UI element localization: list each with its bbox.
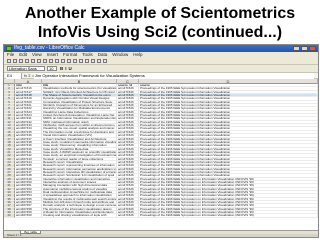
font-size-select[interactable]: 10: [47, 66, 57, 71]
chart-icon[interactable]: [103, 59, 107, 63]
underline-button[interactable]: U: [69, 66, 72, 71]
font-name-select[interactable]: Liberation Sans: [7, 66, 45, 71]
bold-button[interactable]: B: [60, 66, 63, 71]
format-buttons: BIU: [60, 66, 72, 71]
redo-icon[interactable]: [85, 59, 89, 63]
open-icon[interactable]: [13, 59, 17, 63]
cell-grid[interactable]: ABCD 1 isbn title source_id source 2 acm471516…: [4, 79, 318, 230]
undo-icon[interactable]: [79, 59, 83, 63]
window-titlebar[interactable]: Ifvg_table.csv - LibreOffice Calc: [4, 45, 318, 52]
edit-icon[interactable]: [31, 59, 35, 63]
window-controls: [293, 46, 316, 51]
table-cell[interactable]: Proceedings of the 1996 IEEE Symposium o…: [139, 214, 318, 218]
new-icon[interactable]: [7, 59, 11, 63]
slide-title: Another Example of Scientometrics InfoVi…: [0, 4, 320, 42]
table-cell[interactable]: acm471526: [117, 214, 139, 218]
formula-bar: E4 fx Σ = Jim Operator Interaction Frame…: [4, 72, 318, 79]
table-rows: 1 isbn title source_id source 2 acm471516 Visua…: [4, 84, 318, 218]
window-title: Ifvg_table.csv - LibreOffice Calc: [14, 45, 85, 51]
maximize-icon[interactable]: [301, 46, 308, 51]
cut-icon[interactable]: [61, 59, 65, 63]
preview-icon[interactable]: [49, 59, 53, 63]
calc-app-icon: [6, 46, 12, 51]
standard-toolbar: [4, 58, 318, 65]
table-row: 40 acm667460 Creating and sharing visualiz…: [4, 214, 318, 218]
slide-title-line-1: Another Example of Scientometrics: [24, 5, 296, 22]
email-icon[interactable]: [25, 59, 29, 63]
toolbar-icons: [7, 59, 107, 63]
pdf-icon[interactable]: [37, 59, 41, 63]
italic-button[interactable]: I: [65, 66, 66, 71]
table-cell[interactable]: Creating and sharing visualizations of t…: [42, 214, 117, 218]
slide-title-line-2: InfoVis Using Sci2 (continued...): [37, 24, 283, 41]
copy-icon[interactable]: [67, 59, 71, 63]
formatting-toolbar: Liberation Sans 10 BIU: [4, 65, 318, 72]
status-text: Sheet 1 / 1: [7, 233, 22, 237]
close-icon[interactable]: [309, 46, 316, 51]
status-bar: Sheet 1 / 1: [4, 234, 318, 237]
sort-desc-icon[interactable]: [97, 59, 101, 63]
row-number[interactable]: 40: [4, 214, 15, 218]
paste-icon[interactable]: [73, 59, 77, 63]
sort-asc-icon[interactable]: [91, 59, 95, 63]
minimize-icon[interactable]: [293, 46, 300, 51]
spellcheck-icon[interactable]: [55, 59, 59, 63]
spreadsheet-window: Ifvg_table.csv - LibreOffice Calc File Ed…: [3, 44, 319, 238]
save-icon[interactable]: [19, 59, 23, 63]
table-cell[interactable]: acm667460: [15, 214, 42, 218]
print-icon[interactable]: [43, 59, 47, 63]
